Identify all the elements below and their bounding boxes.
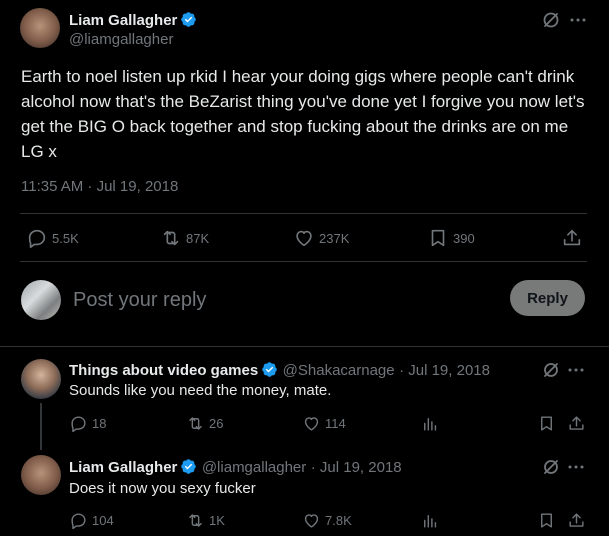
avatar[interactable] xyxy=(21,359,61,399)
like-button[interactable]: 237K xyxy=(293,227,349,249)
divider xyxy=(20,213,587,214)
reply-date[interactable]: · Jul 19, 2018 xyxy=(399,362,490,379)
reply-icon xyxy=(71,513,86,530)
like-count: 237K xyxy=(319,230,350,246)
repost-button[interactable]: 1K xyxy=(186,511,225,530)
like-icon xyxy=(304,514,319,528)
divider xyxy=(0,346,609,347)
bookmark-icon xyxy=(431,229,445,247)
repost-count: 87K xyxy=(186,230,210,246)
more-icon[interactable] xyxy=(568,10,588,30)
avatar xyxy=(21,280,61,320)
divider xyxy=(20,261,587,262)
like-count: 114 xyxy=(325,416,346,431)
reply-count: 18 xyxy=(92,416,107,431)
reply-input[interactable] xyxy=(71,284,495,316)
tweet-text: Earth to noel listen up rkid I hear your… xyxy=(21,67,585,161)
more-icon[interactable] xyxy=(566,360,586,380)
thread-line xyxy=(40,403,42,450)
reply-text: Does it now you sexy fucker xyxy=(69,480,256,497)
verified-icon xyxy=(181,459,197,474)
reply-author-handle[interactable]: @Shakacarnage xyxy=(283,362,395,379)
like-count: 7.8K xyxy=(325,513,352,528)
repost-icon xyxy=(163,230,179,246)
bookmark-icon[interactable] xyxy=(537,511,556,530)
repost-button[interactable]: 26 xyxy=(186,414,223,433)
repost-button[interactable]: 87K xyxy=(160,227,209,249)
reply-count: 104 xyxy=(92,513,114,528)
reply-text: Sounds like you need the money, mate. xyxy=(69,382,332,399)
repost-icon xyxy=(189,417,202,430)
grok-icon[interactable] xyxy=(541,10,561,30)
repost-icon xyxy=(189,514,202,527)
reply-button[interactable]: 5.5K xyxy=(26,227,79,249)
reply-author-name[interactable]: Things about video games xyxy=(69,362,258,379)
avatar[interactable] xyxy=(20,8,60,48)
reply-author-handle[interactable]: @liamgallagher xyxy=(202,459,306,476)
tweet-timestamp[interactable]: 11:35 AM · Jul 19, 2018 xyxy=(21,178,178,195)
share-icon[interactable] xyxy=(567,414,586,433)
reply-icon xyxy=(71,416,86,433)
bookmark-button[interactable]: 390 xyxy=(427,227,475,249)
reply-count: 5.5K xyxy=(52,230,79,246)
repost-count: 1K xyxy=(209,513,225,528)
reply-icon xyxy=(28,229,46,248)
reply-author-name[interactable]: Liam Gallagher xyxy=(69,459,177,476)
like-button[interactable]: 7.8K xyxy=(302,511,352,530)
verified-icon xyxy=(262,362,277,377)
avatar[interactable] xyxy=(21,455,61,495)
bookmark-icon[interactable] xyxy=(537,414,556,433)
reply-button[interactable]: 18 xyxy=(69,414,106,433)
repost-count: 26 xyxy=(209,416,224,431)
author-name[interactable]: Liam Gallagher xyxy=(69,12,177,29)
more-icon[interactable] xyxy=(566,457,586,477)
share-icon[interactable] xyxy=(561,227,583,249)
reply-button[interactable]: 104 xyxy=(69,511,114,530)
bookmark-count: 390 xyxy=(453,230,475,246)
views-icon[interactable] xyxy=(420,511,439,530)
like-icon xyxy=(296,230,312,247)
grok-icon[interactable] xyxy=(541,360,561,380)
grok-icon[interactable] xyxy=(541,457,561,477)
verified-icon xyxy=(181,12,197,27)
share-icon[interactable] xyxy=(567,511,586,530)
reply-date[interactable]: · Jul 19, 2018 xyxy=(311,459,402,476)
like-icon xyxy=(304,417,319,431)
reply-submit-button[interactable]: Reply xyxy=(510,280,585,316)
like-button[interactable]: 114 xyxy=(302,414,346,433)
author-handle[interactable]: @liamgallagher xyxy=(69,31,173,48)
views-icon[interactable] xyxy=(420,414,439,433)
